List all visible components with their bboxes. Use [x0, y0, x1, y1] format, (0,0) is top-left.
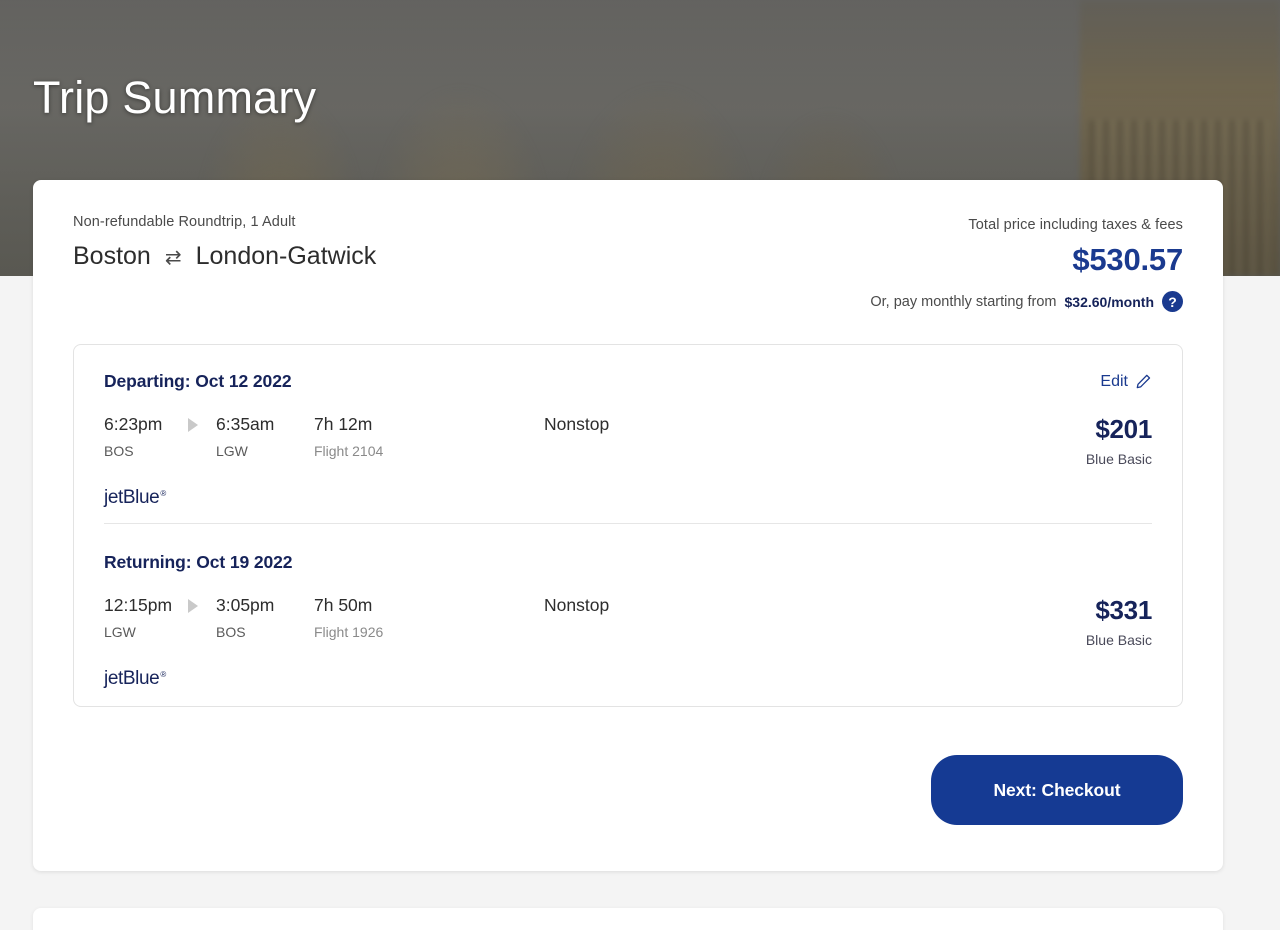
flight-duration: 7h 50m	[314, 595, 544, 616]
airline-logo-trademark: ®	[160, 489, 166, 498]
flight-leg-returning: Returning: Oct 19 2022 12:15pm 3:05pm LG…	[104, 530, 1152, 696]
monthly-prefix: Or, pay monthly starting from	[870, 294, 1056, 310]
times-row: 6:23pm 6:35am	[104, 414, 314, 435]
arrow-right-icon	[188, 599, 198, 613]
arrive-airport-code: LGW	[216, 443, 248, 459]
monthly-payment-row: Or, pay monthly starting from $32.60/mon…	[870, 291, 1183, 312]
leg-times-column: 6:23pm 6:35am BOS LGW	[104, 414, 314, 459]
fare-name: Blue Basic	[982, 632, 1152, 648]
leg-duration-column: 7h 12m Flight 2104	[314, 414, 544, 459]
help-icon[interactable]: ?	[1162, 291, 1183, 312]
leg-price: $331	[982, 595, 1152, 626]
airline-logo-part1: jet	[104, 668, 123, 689]
leg-price: $201	[982, 414, 1152, 445]
jetblue-logo: jetBlue®	[104, 668, 165, 690]
swap-arrows-icon: ⇄	[165, 248, 182, 268]
airline-logo-part2: Blue	[123, 487, 159, 508]
route: Boston ⇄ London-Gatwick	[73, 242, 376, 271]
airport-codes-row: LGW BOS	[104, 624, 314, 640]
times-row: 12:15pm 3:05pm	[104, 595, 314, 616]
flight-number: Flight 2104	[314, 443, 544, 459]
flight-leg-departing: Departing: Oct 12 2022 Edit 6:23pm 6:35a…	[104, 371, 1152, 530]
destination-city: London-Gatwick	[196, 242, 377, 271]
leg-header: Returning: Oct 19 2022	[104, 552, 1152, 573]
leg-times-column: 12:15pm 3:05pm LGW BOS	[104, 595, 314, 640]
depart-time: 6:23pm	[104, 414, 188, 435]
leg-body: 6:23pm 6:35am BOS LGW 7h 12m Flight 2104…	[104, 414, 1152, 467]
depart-airport-code: LGW	[104, 624, 216, 640]
stops-label: Nonstop	[544, 414, 982, 435]
flights-card: Departing: Oct 12 2022 Edit 6:23pm 6:35a…	[73, 344, 1183, 707]
leg-stops-column: Nonstop	[544, 414, 982, 435]
leg-duration-column: 7h 50m Flight 1926	[314, 595, 544, 640]
monthly-amount: $32.60/month	[1065, 294, 1154, 310]
airline-logo-part2: Blue	[123, 668, 159, 689]
stops-label: Nonstop	[544, 595, 982, 616]
leg-body: 12:15pm 3:05pm LGW BOS 7h 50m Flight 192…	[104, 595, 1152, 648]
arrive-time: 6:35am	[216, 414, 314, 435]
total-price-value: $530.57	[870, 242, 1183, 278]
airport-codes-row: BOS LGW	[104, 443, 314, 459]
summary-header: Non-refundable Roundtrip, 1 Adult Boston…	[73, 214, 1183, 320]
leg-price-column: $331 Blue Basic	[982, 595, 1152, 648]
pencil-icon	[1135, 373, 1152, 390]
airline-logo-part1: jet	[104, 487, 123, 508]
next-section-card	[33, 908, 1223, 930]
depart-airport-code: BOS	[104, 443, 216, 459]
arrive-time: 3:05pm	[216, 595, 314, 616]
leg-price-column: $201 Blue Basic	[982, 414, 1152, 467]
jetblue-logo: jetBlue®	[104, 487, 165, 509]
airline-logo-trademark: ®	[160, 670, 166, 679]
arrow-right-icon	[188, 418, 198, 432]
cta-row: Next: Checkout	[73, 707, 1183, 871]
leg-stops-column: Nonstop	[544, 595, 982, 616]
leg-divider	[104, 523, 1152, 524]
arrive-airport-code: BOS	[216, 624, 246, 640]
leg-title: Departing: Oct 12 2022	[104, 371, 291, 392]
total-price-label: Total price including taxes & fees	[870, 217, 1183, 233]
page-title: Trip Summary	[33, 72, 316, 124]
leg-header: Departing: Oct 12 2022 Edit	[104, 371, 1152, 392]
trip-summary-card: Non-refundable Roundtrip, 1 Adult Boston…	[33, 180, 1223, 871]
edit-label: Edit	[1100, 373, 1128, 391]
flight-duration: 7h 12m	[314, 414, 544, 435]
fare-name: Blue Basic	[982, 451, 1152, 467]
leg-title: Returning: Oct 19 2022	[104, 552, 292, 573]
route-block: Non-refundable Roundtrip, 1 Adult Boston…	[73, 214, 376, 271]
total-price-block: Total price including taxes & fees $530.…	[870, 214, 1183, 312]
origin-city: Boston	[73, 242, 151, 271]
flight-number: Flight 1926	[314, 624, 544, 640]
next-checkout-button[interactable]: Next: Checkout	[931, 755, 1183, 825]
edit-departing-button[interactable]: Edit	[1100, 373, 1152, 391]
depart-time: 12:15pm	[104, 595, 188, 616]
trip-meta: Non-refundable Roundtrip, 1 Adult	[73, 214, 376, 230]
